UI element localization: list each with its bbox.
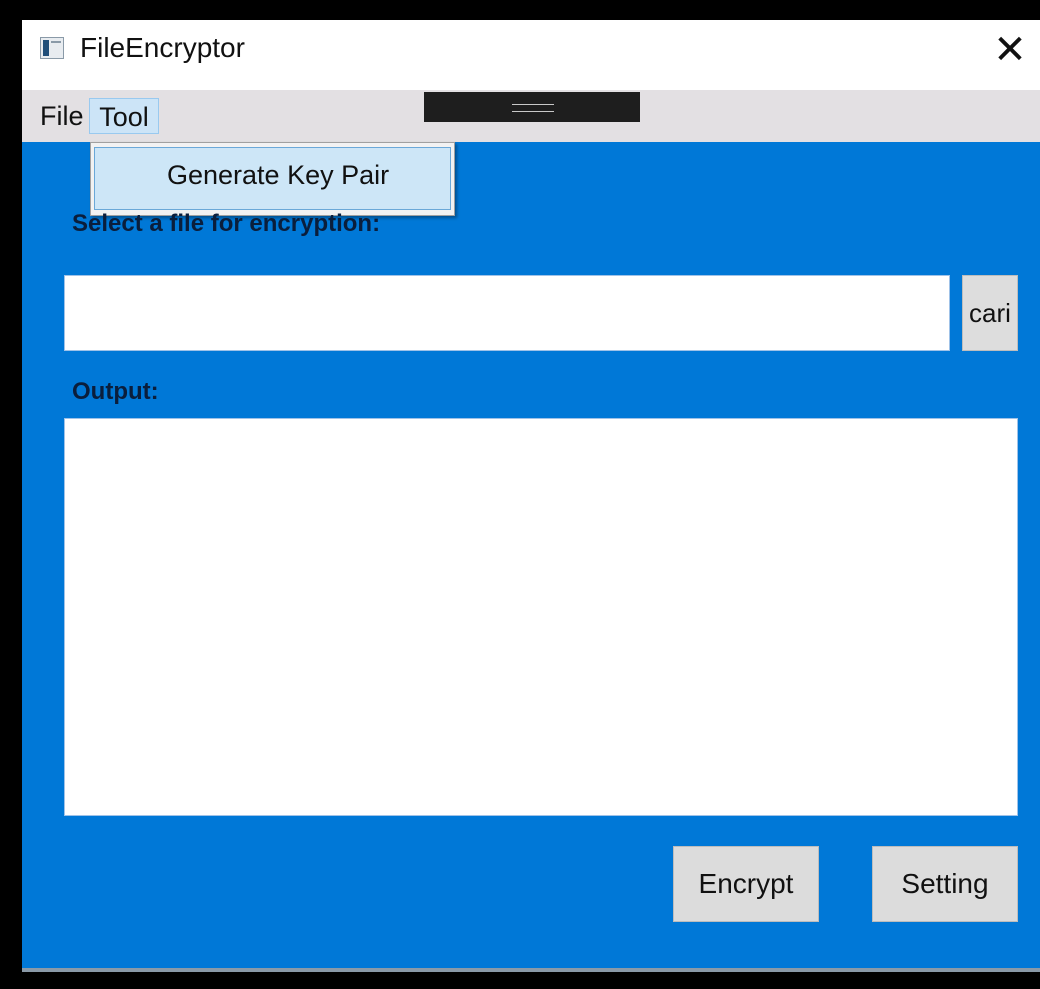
browse-button[interactable]: cari <box>962 275 1018 351</box>
window-title: FileEncryptor <box>80 32 245 63</box>
setting-button-label: Setting <box>901 868 989 899</box>
title-bar[interactable]: FileEncryptor ✕ <box>22 20 1040 90</box>
close-button[interactable]: ✕ <box>980 20 1040 80</box>
drag-handle[interactable] <box>424 92 640 122</box>
app-window: FileEncryptor ✕ File Tool Generate Key P… <box>22 20 1040 972</box>
setting-button[interactable]: Setting <box>872 846 1018 922</box>
app-icon <box>40 37 64 59</box>
menu-tool[interactable]: Tool <box>89 98 159 134</box>
window-bottom-edge <box>22 968 1040 972</box>
menu-file[interactable]: File <box>34 98 90 134</box>
output-label: Output: <box>72 378 159 405</box>
tool-dropdown-menu: Generate Key Pair <box>90 142 455 216</box>
encrypt-button-label: Encrypt <box>698 868 794 899</box>
browse-button-label: cari <box>969 297 1011 328</box>
menu-item-generate-key-pair[interactable]: Generate Key Pair <box>94 147 451 210</box>
encrypt-button[interactable]: Encrypt <box>673 846 819 922</box>
select-file-label: Select a file for encryption: <box>72 210 381 237</box>
close-icon: ✕ <box>993 28 1027 72</box>
grip-icon <box>512 104 554 112</box>
output-textarea[interactable] <box>64 418 1018 816</box>
menu-bar: File Tool <box>22 90 1040 142</box>
menu-item-label: Generate Key Pair <box>167 160 390 190</box>
file-path-input[interactable] <box>64 275 950 351</box>
